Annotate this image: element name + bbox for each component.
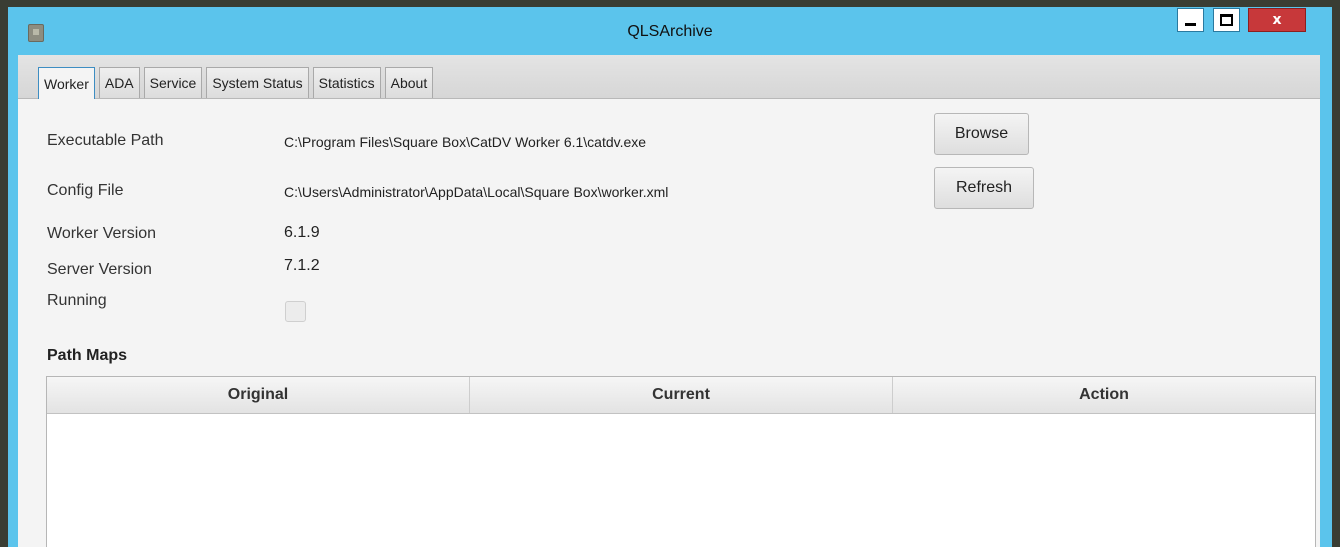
path-maps-title: Path Maps xyxy=(47,347,128,364)
worker-version-value: 6.1.9 xyxy=(284,224,320,241)
title-bar[interactable]: QLSArchive x xyxy=(8,7,1332,55)
window-title: QLSArchive xyxy=(627,23,713,40)
close-icon: x xyxy=(1272,12,1282,28)
table-header: Original Current Action xyxy=(47,377,1315,414)
client-area: Worker ADA Service System Status Statist… xyxy=(18,55,1320,547)
server-version-value: 7.1.2 xyxy=(284,257,320,274)
executable-path-value: C:\Program Files\Square Box\CatDV Worker… xyxy=(284,134,647,150)
tab-service[interactable]: Service xyxy=(143,67,203,98)
column-header-current[interactable]: Current xyxy=(470,377,893,413)
tab-system-status[interactable]: System Status xyxy=(206,67,309,98)
column-header-original[interactable]: Original xyxy=(47,377,470,413)
worker-version-label: Worker Version xyxy=(47,225,157,242)
tab-about[interactable]: About xyxy=(384,67,434,98)
app-window: QLSArchive x Worker ADA Service System S… xyxy=(8,7,1332,547)
server-version-label: Server Version xyxy=(47,261,152,278)
close-button[interactable]: x xyxy=(1248,8,1306,32)
column-header-action[interactable]: Action xyxy=(893,377,1315,413)
tab-worker[interactable]: Worker xyxy=(38,67,95,99)
tab-ada[interactable]: ADA xyxy=(98,67,140,98)
maximize-button[interactable] xyxy=(1213,8,1240,32)
running-checkbox[interactable] xyxy=(285,301,306,322)
minimize-button[interactable] xyxy=(1177,8,1204,32)
executable-path-label: Executable Path xyxy=(47,132,164,149)
path-maps-table: Original Current Action xyxy=(46,376,1316,547)
config-file-label: Config File xyxy=(47,182,124,199)
running-label: Running xyxy=(47,292,107,309)
maximize-icon xyxy=(1220,14,1233,26)
minimize-icon xyxy=(1185,22,1196,26)
config-file-value: C:\Users\Administrator\AppData\Local\Squ… xyxy=(284,184,669,200)
refresh-button[interactable]: Refresh xyxy=(934,167,1034,209)
tab-statistics[interactable]: Statistics xyxy=(312,67,381,98)
browse-button[interactable]: Browse xyxy=(934,113,1029,155)
tab-bar: Worker ADA Service System Status Statist… xyxy=(18,55,1320,99)
